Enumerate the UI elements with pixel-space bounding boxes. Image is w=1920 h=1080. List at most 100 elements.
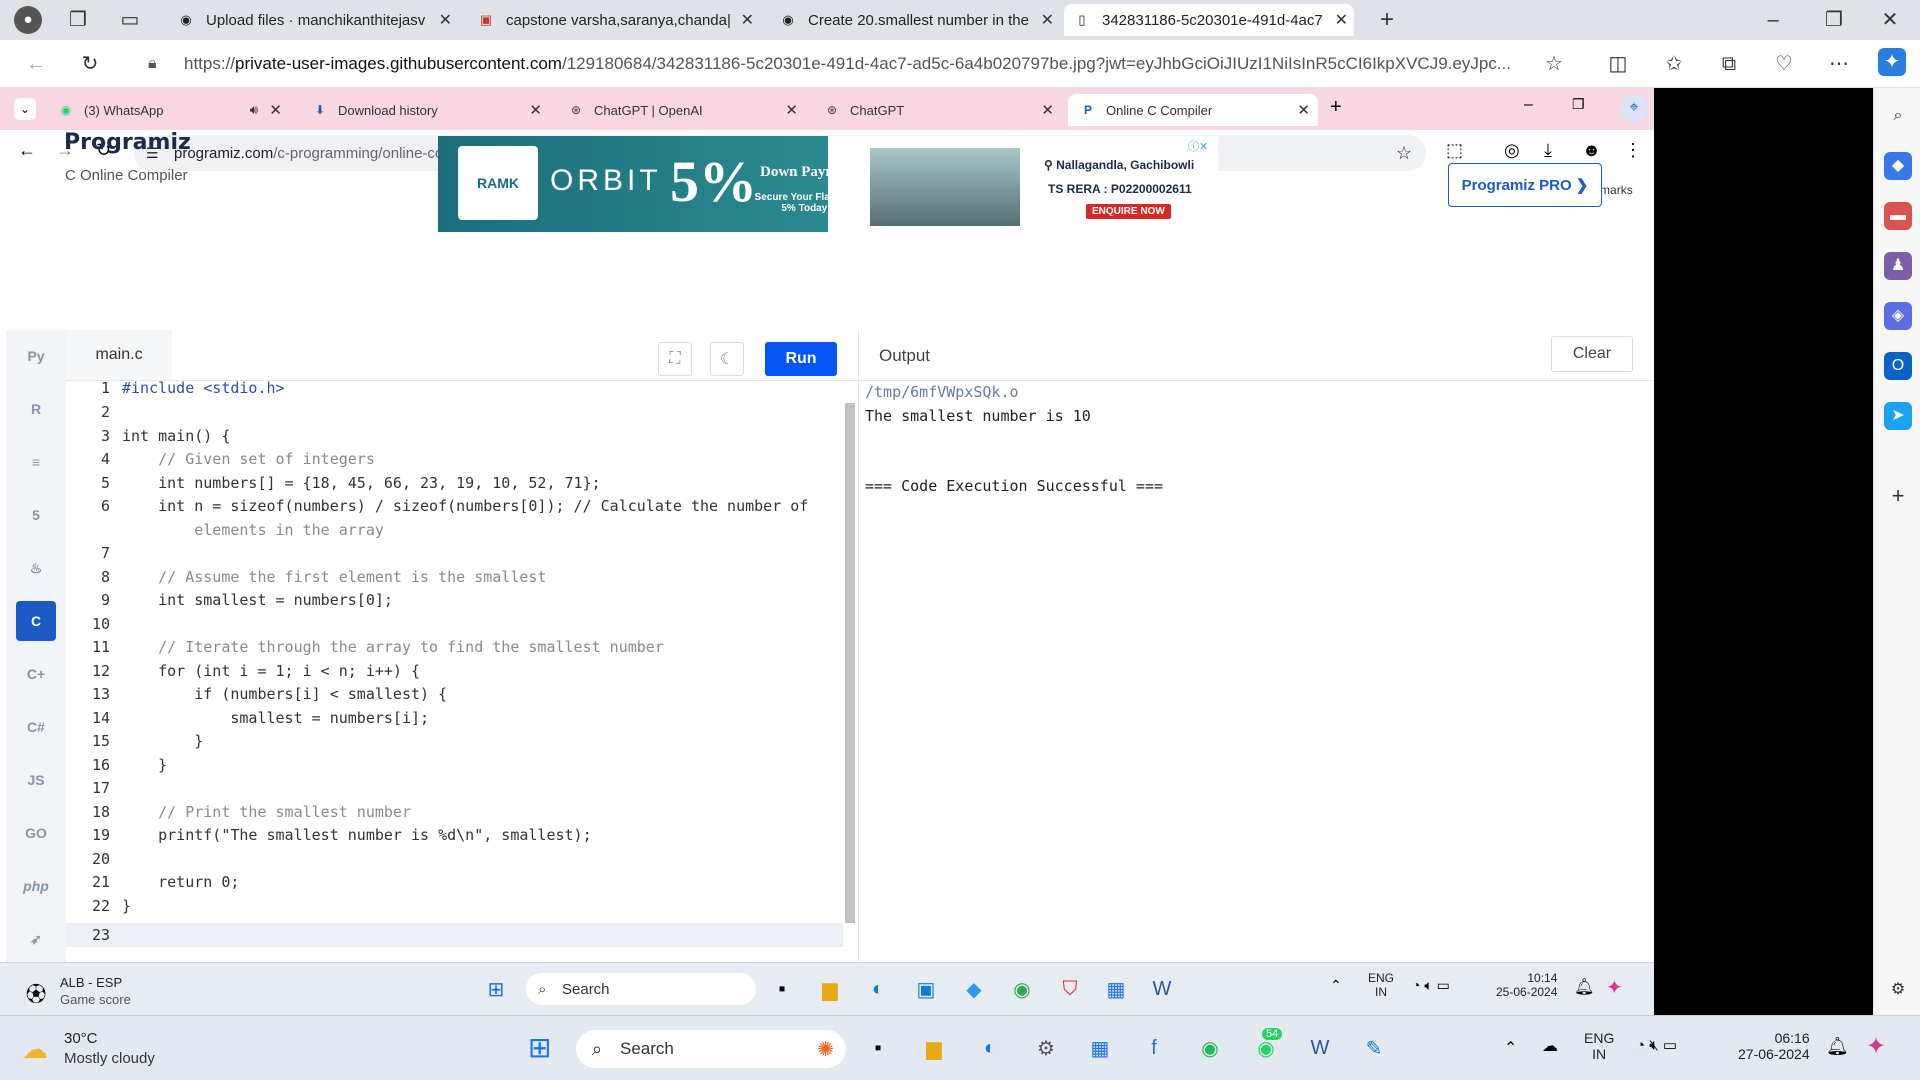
performance-icon[interactable]: ◎: [1504, 140, 1520, 161]
chevron-up-icon[interactable]: ⌃: [1330, 977, 1342, 994]
close-icon[interactable]: ✕: [1335, 10, 1348, 30]
browser-essentials-icon[interactable]: ♡: [1770, 50, 1798, 78]
tools-icon[interactable]: ▬: [1884, 202, 1912, 230]
task-view-icon[interactable]: ▪: [766, 973, 798, 1005]
python-icon[interactable]: Py: [16, 336, 56, 376]
profile-avatar-icon[interactable]: ☻: [1582, 140, 1601, 161]
close-icon[interactable]: ✕: [269, 101, 282, 119]
go-icon[interactable]: GO: [16, 813, 56, 853]
language-indicator[interactable]: ENG IN: [1368, 971, 1394, 999]
restore-icon[interactable]: ❐: [1572, 96, 1585, 113]
copilot-icon[interactable]: ✦: [1878, 48, 1906, 76]
shopping-icon[interactable]: ◆: [1884, 152, 1912, 180]
chevron-up-icon[interactable]: ⌃: [1504, 1038, 1517, 1058]
bookmark-star-icon[interactable]: ☆: [1396, 143, 1412, 164]
javascript-icon[interactable]: JS: [16, 760, 56, 800]
chrome-tab-chatgpt-openai[interactable]: ⊛ ChatGPT | OpenAI ✕: [556, 94, 806, 126]
more-icon[interactable]: ⋯: [1825, 50, 1853, 78]
csharp-icon[interactable]: C#: [16, 707, 56, 747]
search-icon[interactable]: ⌕: [1884, 102, 1912, 130]
collections-icon[interactable]: ⧉: [1715, 50, 1743, 78]
language-indicator[interactable]: ENG IN: [1584, 1030, 1614, 1062]
windows-start-icon[interactable]: ⊞: [480, 973, 512, 1005]
close-icon[interactable]: ✕: [529, 101, 542, 119]
code-editor[interactable]: 1 2 3 4 5 6 7 8 9 10 11 12 13 14 15 16 1…: [66, 376, 844, 958]
store-icon[interactable]: ▦: [1084, 1032, 1116, 1064]
new-tab-icon[interactable]: +: [1373, 6, 1401, 34]
back-icon[interactable]: ←: [22, 50, 50, 78]
fullscreen-icon[interactable]: ⛶: [658, 342, 692, 376]
google-lens-icon[interactable]: ⌖: [1620, 94, 1648, 122]
edge-tab-create[interactable]: ◉ Create 20.smallest number in the ✕: [770, 4, 1060, 36]
games-icon[interactable]: ♟: [1884, 252, 1912, 280]
word-icon[interactable]: W: [1146, 973, 1178, 1005]
copilot-icon[interactable]: ✦: [1606, 975, 1623, 1000]
file-explorer-icon[interactable]: ▆: [814, 973, 846, 1005]
settings-icon[interactable]: ⚙: [1030, 1032, 1062, 1064]
chrome-tab-chatgpt[interactable]: ⊛ ChatGPT ✕: [812, 94, 1062, 126]
close-icon[interactable]: ✕: [741, 10, 754, 30]
java-icon[interactable]: ♨: [16, 548, 56, 588]
edge-tab-capstone[interactable]: ▣ capstone varsha,saranya,chanda| ✕: [468, 4, 760, 36]
php-icon[interactable]: php: [16, 866, 56, 906]
word-icon[interactable]: W: [1304, 1032, 1336, 1064]
outlook-icon[interactable]: O: [1884, 352, 1912, 380]
profile-icon[interactable]: ●: [14, 6, 42, 34]
chrome-tab-downloads[interactable]: ⬇ Download history ✕: [300, 94, 550, 126]
menu-icon[interactable]: ⋮: [1624, 140, 1642, 161]
refresh-icon[interactable]: ↻: [76, 50, 104, 78]
wifi-icon[interactable]: ◔ 🔈︎ ▭: [1412, 977, 1450, 994]
ad-close-icon[interactable]: ⓘ✕: [1188, 138, 1208, 154]
c-icon[interactable]: C: [16, 601, 56, 641]
mcafee-icon[interactable]: ⛉: [1054, 973, 1086, 1005]
system-clock[interactable]: 06:16 27-06-2024: [1738, 1030, 1810, 1062]
tab-search-icon[interactable]: ⌄: [14, 98, 36, 120]
workspaces-icon[interactable]: ❐: [64, 6, 92, 34]
close-icon[interactable]: ✕: [1297, 101, 1310, 119]
speaker-icon[interactable]: 🔊︎: [250, 102, 258, 118]
programiz-pro-button[interactable]: Programiz PRO ❯: [1448, 163, 1602, 207]
dark-mode-icon[interactable]: ☾: [710, 342, 744, 376]
widget-title[interactable]: ALB - ESP: [60, 975, 122, 990]
edge-icon[interactable]: ◐: [862, 973, 894, 1005]
clear-button[interactable]: Clear: [1551, 336, 1633, 372]
favorites-icon[interactable]: ✩: [1660, 50, 1688, 78]
chrome-icon[interactable]: ◉: [1006, 973, 1038, 1005]
back-icon[interactable]: ←: [18, 140, 36, 161]
notification-bell-icon[interactable]: 🔔︎: [1574, 977, 1594, 997]
download-icon[interactable]: ⤓: [1544, 140, 1552, 161]
edge-icon[interactable]: ◐: [974, 1032, 1006, 1064]
python-app-icon[interactable]: ◆: [958, 973, 990, 1005]
microsoft365-icon[interactable]: ◈: [1884, 302, 1912, 330]
minimize-icon[interactable]: –: [1524, 96, 1533, 114]
inner-clock[interactable]: 10:14 25-06-2024: [1496, 971, 1557, 999]
favorite-star-icon[interactable]: ☆: [1540, 50, 1568, 78]
minimize-icon[interactable]: –: [1759, 6, 1787, 34]
edge-tab-image[interactable]: ▯ 342831186-5c20301e-491d-4ac7 ✕: [1064, 4, 1354, 36]
onedrive-icon[interactable]: ☁: [1542, 1036, 1558, 1056]
task-view-icon[interactable]: ▪: [862, 1032, 894, 1064]
facebook-icon[interactable]: f: [1138, 1032, 1170, 1064]
split-screen-icon[interactable]: ◫: [1604, 50, 1632, 78]
ad-enquire-button[interactable]: ENQUIRE NOW: [1086, 204, 1171, 219]
close-window-icon[interactable]: ✕: [1876, 6, 1904, 34]
settings-icon[interactable]: ⚙: [1884, 976, 1912, 1004]
r-icon[interactable]: R: [16, 389, 56, 429]
run-button[interactable]: Run: [765, 342, 837, 376]
send-icon[interactable]: ➤: [1884, 402, 1912, 430]
chrome-tab-whatsapp[interactable]: ◉ (3) WhatsApp 🔊︎ ✕: [46, 94, 290, 126]
close-icon[interactable]: ✕: [785, 101, 798, 119]
programiz-logo[interactable]: Programiz: [64, 130, 191, 155]
copilot-icon[interactable]: ✦: [1866, 1032, 1886, 1061]
scrollbar-thumb[interactable]: [845, 403, 855, 923]
weather-temperature[interactable]: 30°C: [64, 1030, 98, 1047]
restore-icon[interactable]: ❐: [1820, 6, 1848, 34]
windows-start-icon[interactable]: ⊞: [528, 1032, 560, 1064]
close-icon[interactable]: ✕: [1041, 101, 1054, 119]
new-tab-icon[interactable]: +: [1330, 96, 1342, 119]
taskbar-search-box[interactable]: ⌕ Search ✺: [576, 1030, 846, 1068]
chrome-tab-compiler[interactable]: P Online C Compiler ✕: [1068, 94, 1318, 126]
edge-url-field[interactable]: 🔒︎ https://private-user-images.githubuse…: [126, 46, 1581, 82]
close-icon[interactable]: ✕: [1041, 10, 1054, 30]
edge-tab-upload[interactable]: ◉ Upload files · manchikanthitejasv ✕: [168, 4, 458, 36]
